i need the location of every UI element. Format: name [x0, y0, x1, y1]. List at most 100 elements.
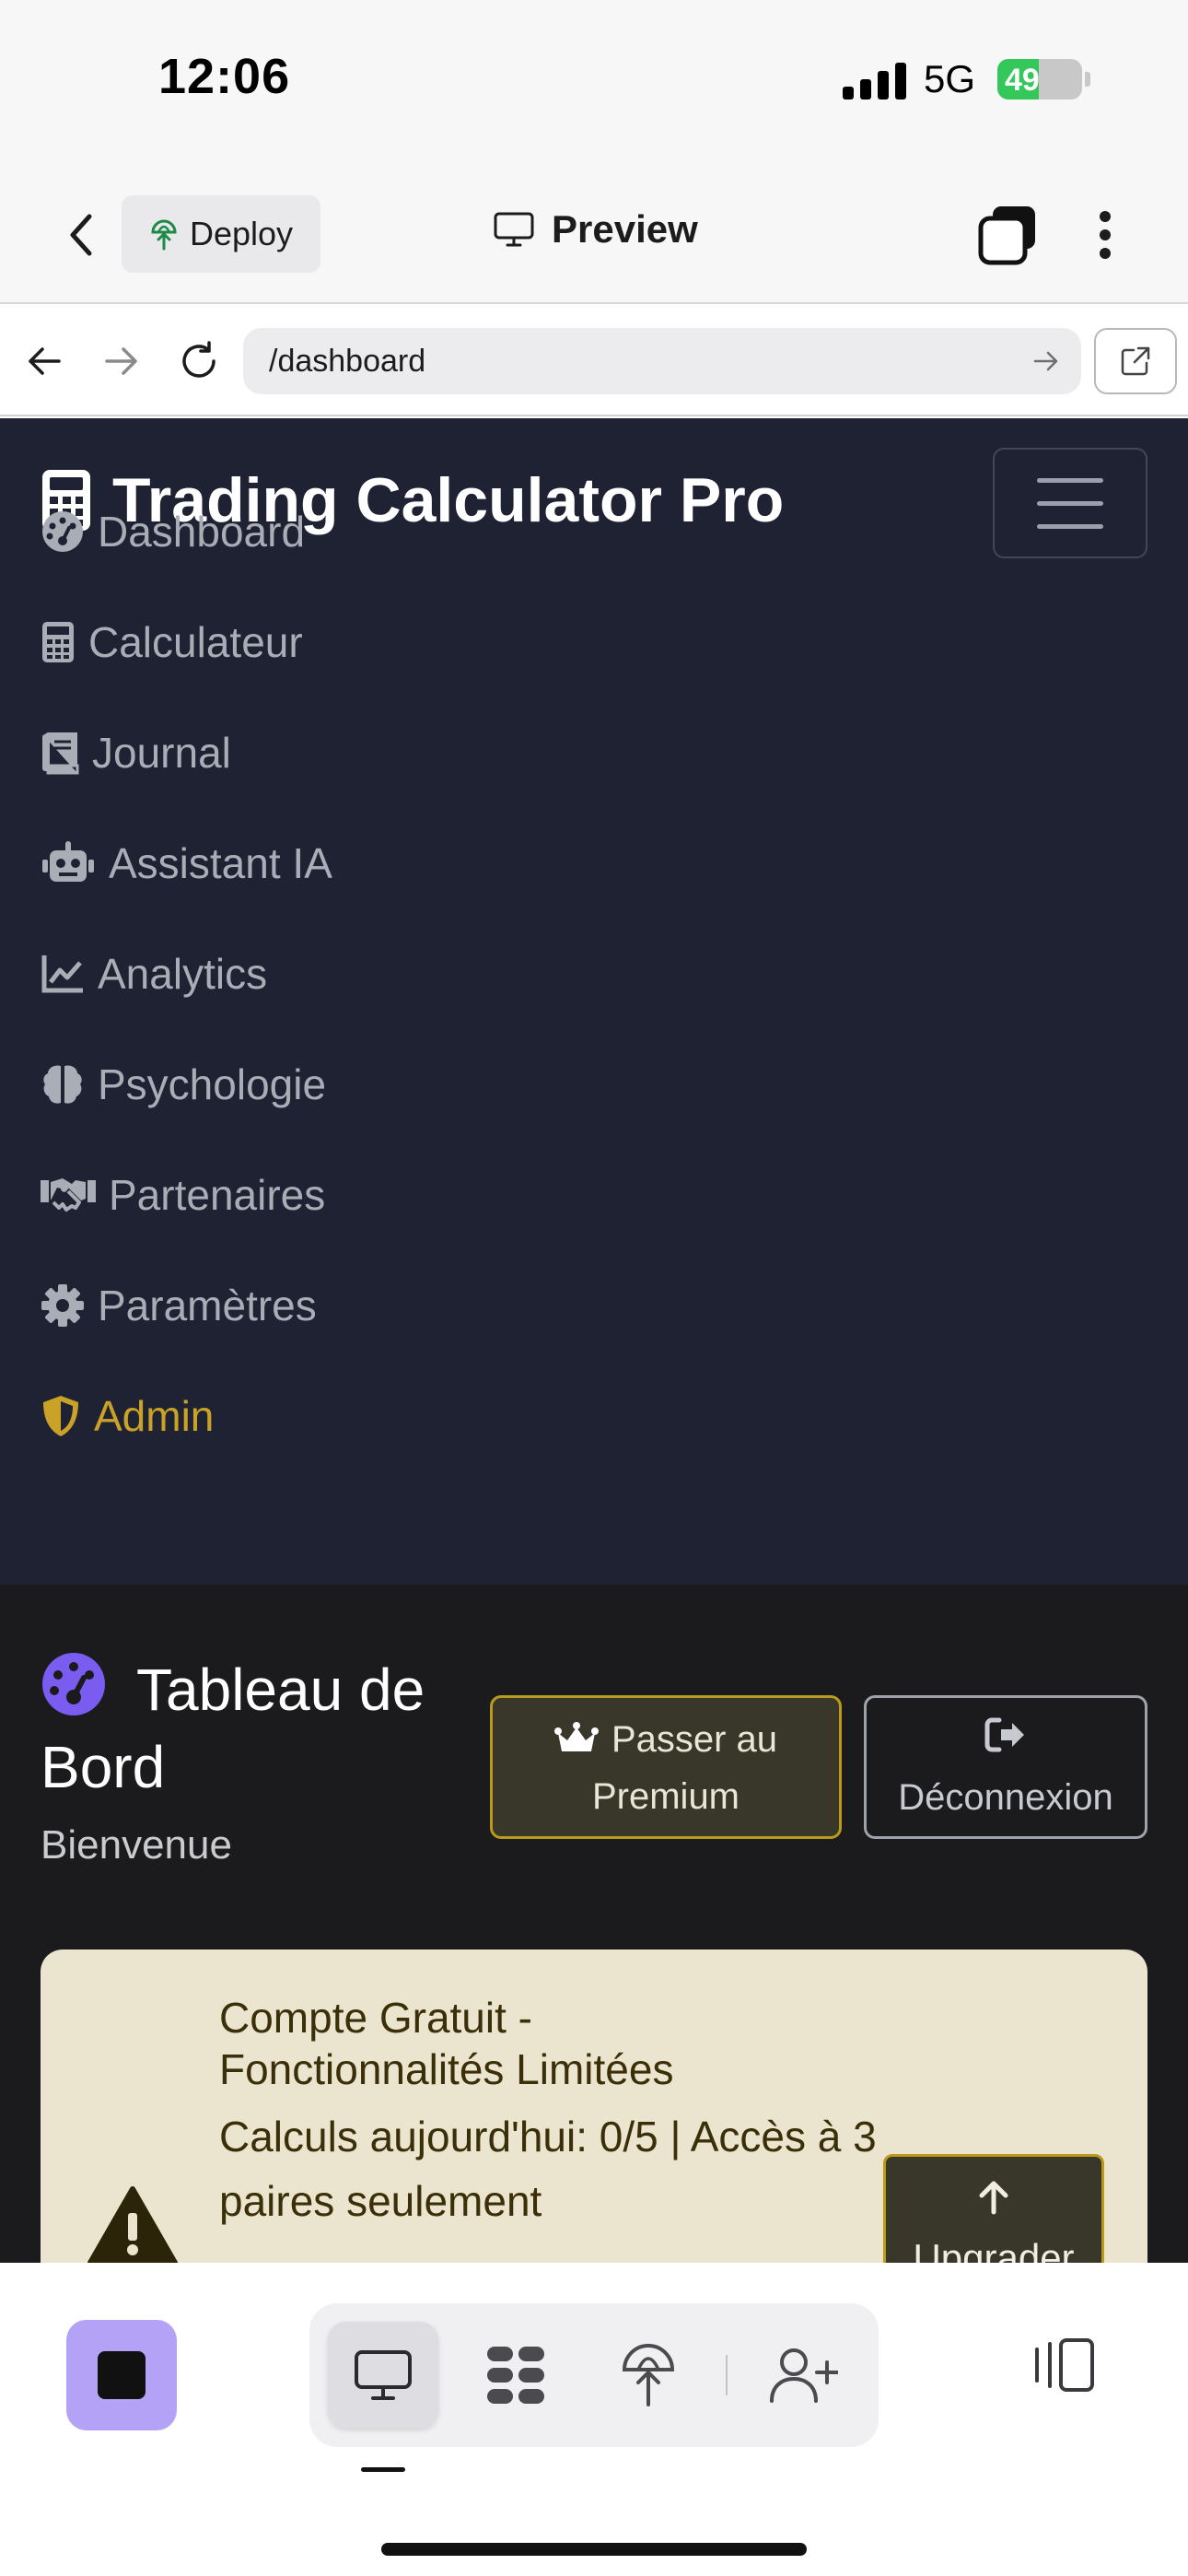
stop-icon: [98, 2351, 146, 2399]
preview-title: Preview: [493, 207, 698, 252]
deploy-icon: [151, 219, 177, 251]
monitor-icon: [494, 212, 534, 247]
more-options-button[interactable]: [1087, 207, 1124, 263]
nav-item-calculateur[interactable]: Calculateur: [41, 617, 303, 667]
deploy-label: Deploy: [189, 215, 294, 252]
divider: [726, 2355, 728, 2395]
cluster-icon: [487, 2347, 544, 2404]
nav-label: Assistant IA: [109, 839, 332, 887]
nav-label: Partenaires: [109, 1171, 326, 1219]
nav-label: Calculateur: [88, 618, 303, 666]
invite-user-button[interactable]: [748, 2322, 858, 2429]
network-type: 5G: [924, 57, 976, 100]
logout-label: Déconnexion: [898, 1777, 1113, 1818]
arrow-up-icon: [979, 2181, 1008, 2215]
dot: [1100, 248, 1111, 259]
side-panel-icon: [1035, 2338, 1094, 2392]
book-icon: [42, 732, 79, 775]
bottom-toolbar: [0, 2263, 1188, 2576]
nav-item-psychologie[interactable]: Psychologie: [41, 1060, 326, 1109]
nav-label: Admin: [94, 1392, 215, 1440]
battery-icon: 49: [997, 59, 1082, 100]
chart-line-icon: [41, 955, 83, 993]
gauge-icon: [42, 1653, 105, 1715]
back-button[interactable]: [55, 207, 107, 263]
nav-label: Dashboard: [98, 508, 306, 556]
premium-label: Passer au Premium: [591, 1719, 778, 1817]
nav-item-analytics[interactable]: Analytics: [41, 949, 267, 999]
premium-button[interactable]: Passer au Premium: [490, 1695, 842, 1839]
url-input[interactable]: /dashboard: [243, 328, 1081, 394]
panel-toggle-button[interactable]: [1030, 2336, 1098, 2398]
navbar-toggler[interactable]: [993, 448, 1147, 558]
robot-icon: [42, 841, 94, 882]
dot: [1100, 211, 1111, 222]
warning-icon: [87, 2186, 178, 2263]
shield-icon: [43, 1396, 78, 1436]
upgrade-button[interactable]: Upgrader: [883, 2154, 1104, 2263]
gear-icon: [41, 1284, 84, 1327]
sign-out-icon: [984, 1717, 1024, 1752]
status-time: 12:06: [158, 49, 291, 104]
browser-back-button[interactable]: [17, 334, 72, 389]
welcome-text: Bienvenue: [41, 1822, 232, 1868]
hamburger-line: [1037, 477, 1103, 483]
hamburger-line: [1037, 500, 1103, 506]
desktop-view-button[interactable]: [328, 2322, 438, 2429]
tabs-button[interactable]: [976, 203, 1041, 267]
go-arrow-icon[interactable]: [1031, 346, 1061, 376]
url-text: /dashboard: [269, 343, 426, 379]
deploy-view-button[interactable]: [593, 2322, 704, 2429]
signal-icon: [843, 63, 906, 100]
preview-label: Preview: [552, 207, 698, 251]
view-switcher: [309, 2303, 879, 2447]
nav-item-assistant-ia[interactable]: Assistant IA: [41, 838, 332, 888]
external-link-icon: [1121, 346, 1150, 376]
battery-tip: [1085, 72, 1090, 87]
nav-label: Paramètres: [98, 1282, 317, 1329]
dot: [1100, 229, 1111, 240]
nav-item-journal[interactable]: Journal: [41, 728, 231, 778]
deploy-button[interactable]: Deploy: [122, 195, 320, 273]
add-user-icon: [770, 2348, 838, 2403]
gauge-icon: [42, 511, 83, 552]
nav-item-dashboard[interactable]: Dashboard: [41, 507, 305, 556]
browser-forward-button[interactable]: [94, 334, 149, 389]
tabs-icon: [978, 206, 1035, 265]
nav-item-partenaires[interactable]: Partenaires: [41, 1170, 325, 1220]
nav-label: Journal: [92, 729, 231, 777]
active-tab-indicator: [361, 2467, 405, 2472]
upgrade-label: Upgrader: [913, 2236, 1075, 2263]
brain-icon: [43, 1065, 82, 1104]
nav-label: Analytics: [98, 950, 268, 998]
page-title: Tableau de Bord: [41, 1651, 473, 1806]
arrow-right-icon: [105, 347, 137, 375]
chevron-left-icon: [70, 214, 92, 256]
logout-button[interactable]: Déconnexion: [864, 1695, 1147, 1839]
status-bar: 12:06 5G 49: [0, 0, 1188, 166]
browser-bar: /dashboard: [0, 306, 1188, 416]
nav-item-parametres[interactable]: Paramètres: [41, 1281, 317, 1330]
main-content: Tableau de Bord Bienvenue Passer au Prem…: [0, 1585, 1188, 2263]
stop-button[interactable]: [66, 2320, 177, 2430]
alert-title: Compte Gratuit - Fonctionnalités Limitée…: [219, 1994, 674, 2093]
app-header: Deploy Preview: [0, 166, 1188, 304]
handshake-icon: [41, 1178, 96, 1212]
deploy-icon: [622, 2344, 675, 2406]
nav-label: Psychologie: [98, 1060, 327, 1108]
alert-text: Calculs aujourd'hui: 0/5 | Accès à 3 pai…: [219, 2113, 877, 2225]
reload-button[interactable]: [171, 334, 227, 389]
nav-item-admin[interactable]: Admin: [41, 1391, 214, 1441]
reload-icon: [182, 341, 215, 378]
open-external-button[interactable]: [1094, 328, 1177, 394]
battery-percent: 49: [1005, 63, 1040, 98]
free-account-alert: Compte Gratuit - Fonctionnalités Limitée…: [41, 1950, 1147, 2263]
site-navbar: Trading Calculator Pro Dashboard Calcula…: [0, 418, 1188, 1585]
monitor-icon: [355, 2350, 412, 2400]
home-indicator: [381, 2543, 807, 2556]
hamburger-line: [1037, 523, 1103, 529]
arrow-left-icon: [29, 347, 61, 375]
crown-icon: [553, 1722, 599, 1751]
calculator-icon: [42, 622, 74, 662]
workspace-button[interactable]: [460, 2322, 571, 2429]
